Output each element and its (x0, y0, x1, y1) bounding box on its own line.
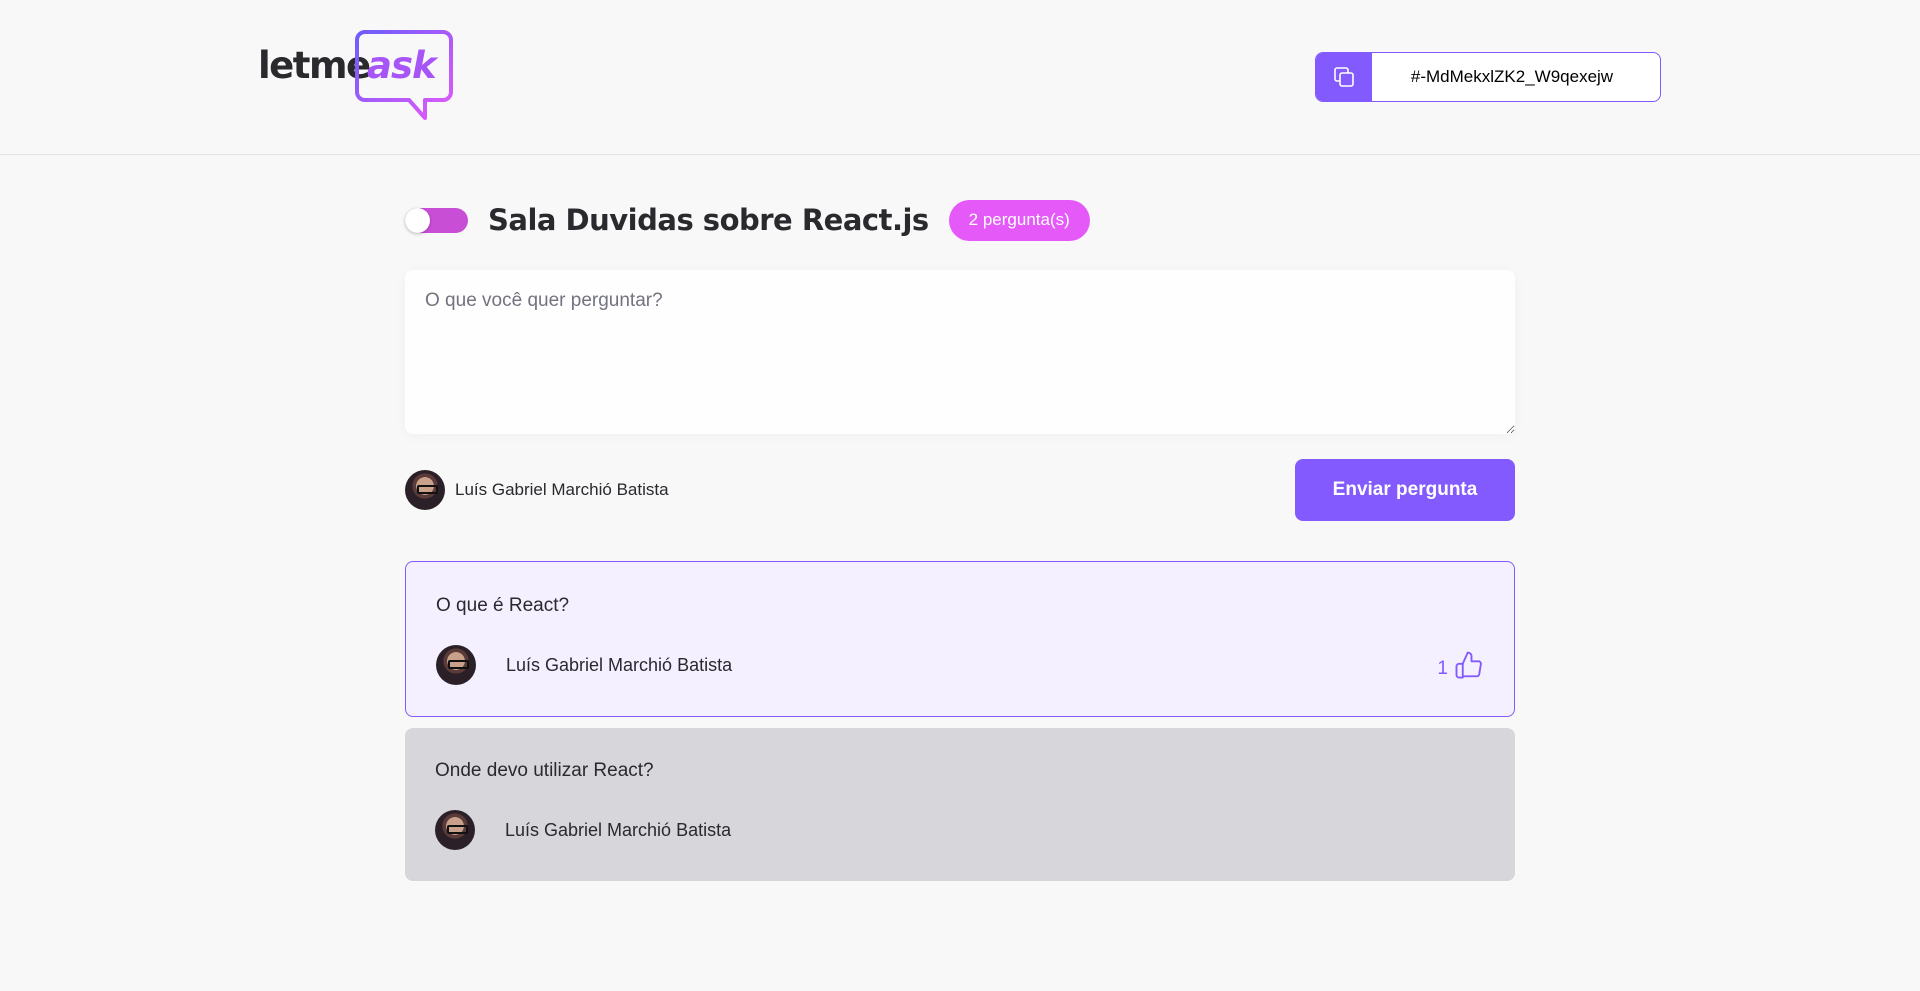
author-avatar (435, 810, 475, 850)
thumbs-up-icon (1455, 651, 1482, 679)
room-code-copy-button[interactable]: #-MdMekxlZK2_W9qexejw (1315, 52, 1661, 102)
user-avatar (405, 470, 445, 510)
page-header: letme ask #-MdMekxlZK2_W9qexejw (0, 0, 1920, 155)
question-text: O que é React? (436, 595, 570, 616)
letmeask-logo[interactable]: letme ask (256, 28, 462, 124)
question-author: Luís Gabriel Marchió Batista (435, 810, 731, 850)
question-footer: Luís Gabriel Marchió Batista (435, 809, 1485, 851)
author-avatar (436, 645, 476, 685)
toggle-knob (405, 207, 430, 233)
room-code-text: #-MdMekxlZK2_W9qexejw (1410, 67, 1614, 86)
question-text: Onde devo utilizar React? (435, 760, 654, 781)
question-footer: Luís Gabriel Marchió Batista 1 (436, 644, 1484, 686)
copy-icon-box[interactable] (1316, 53, 1372, 101)
form-footer: Luís Gabriel Marchió Batista Enviar perg… (405, 459, 1515, 521)
current-user-info: Luís Gabriel Marchió Batista (405, 470, 669, 510)
like-count: 1 (1437, 658, 1448, 679)
logo-text-ask: ask (367, 44, 437, 87)
question-card-answered: Onde devo utilizar React? Luís Gabriel M… (405, 728, 1515, 881)
theme-toggle[interactable] (405, 207, 468, 233)
copy-icon (1334, 67, 1354, 87)
question-count-badge: 2 pergunta(s) (948, 199, 1090, 241)
current-user-name: Luís Gabriel Marchió Batista (455, 480, 669, 499)
author-name: Luís Gabriel Marchió Batista (506, 654, 733, 675)
author-name: Luís Gabriel Marchió Batista (505, 819, 732, 840)
question-textarea[interactable] (405, 270, 1515, 434)
room-title: Sala Duvidas sobre React.js (488, 203, 929, 237)
question-author: Luís Gabriel Marchió Batista (436, 645, 732, 685)
question-card: O que é React? Luís Gabriel Marchió Bati… (405, 561, 1515, 717)
room-title-row: Sala Duvidas sobre React.js 2 pergunta(s… (405, 198, 1515, 242)
like-button[interactable]: 1 (1437, 650, 1484, 680)
send-question-button[interactable]: Enviar pergunta (1295, 459, 1515, 521)
logo-text-letme: letme (258, 44, 371, 87)
